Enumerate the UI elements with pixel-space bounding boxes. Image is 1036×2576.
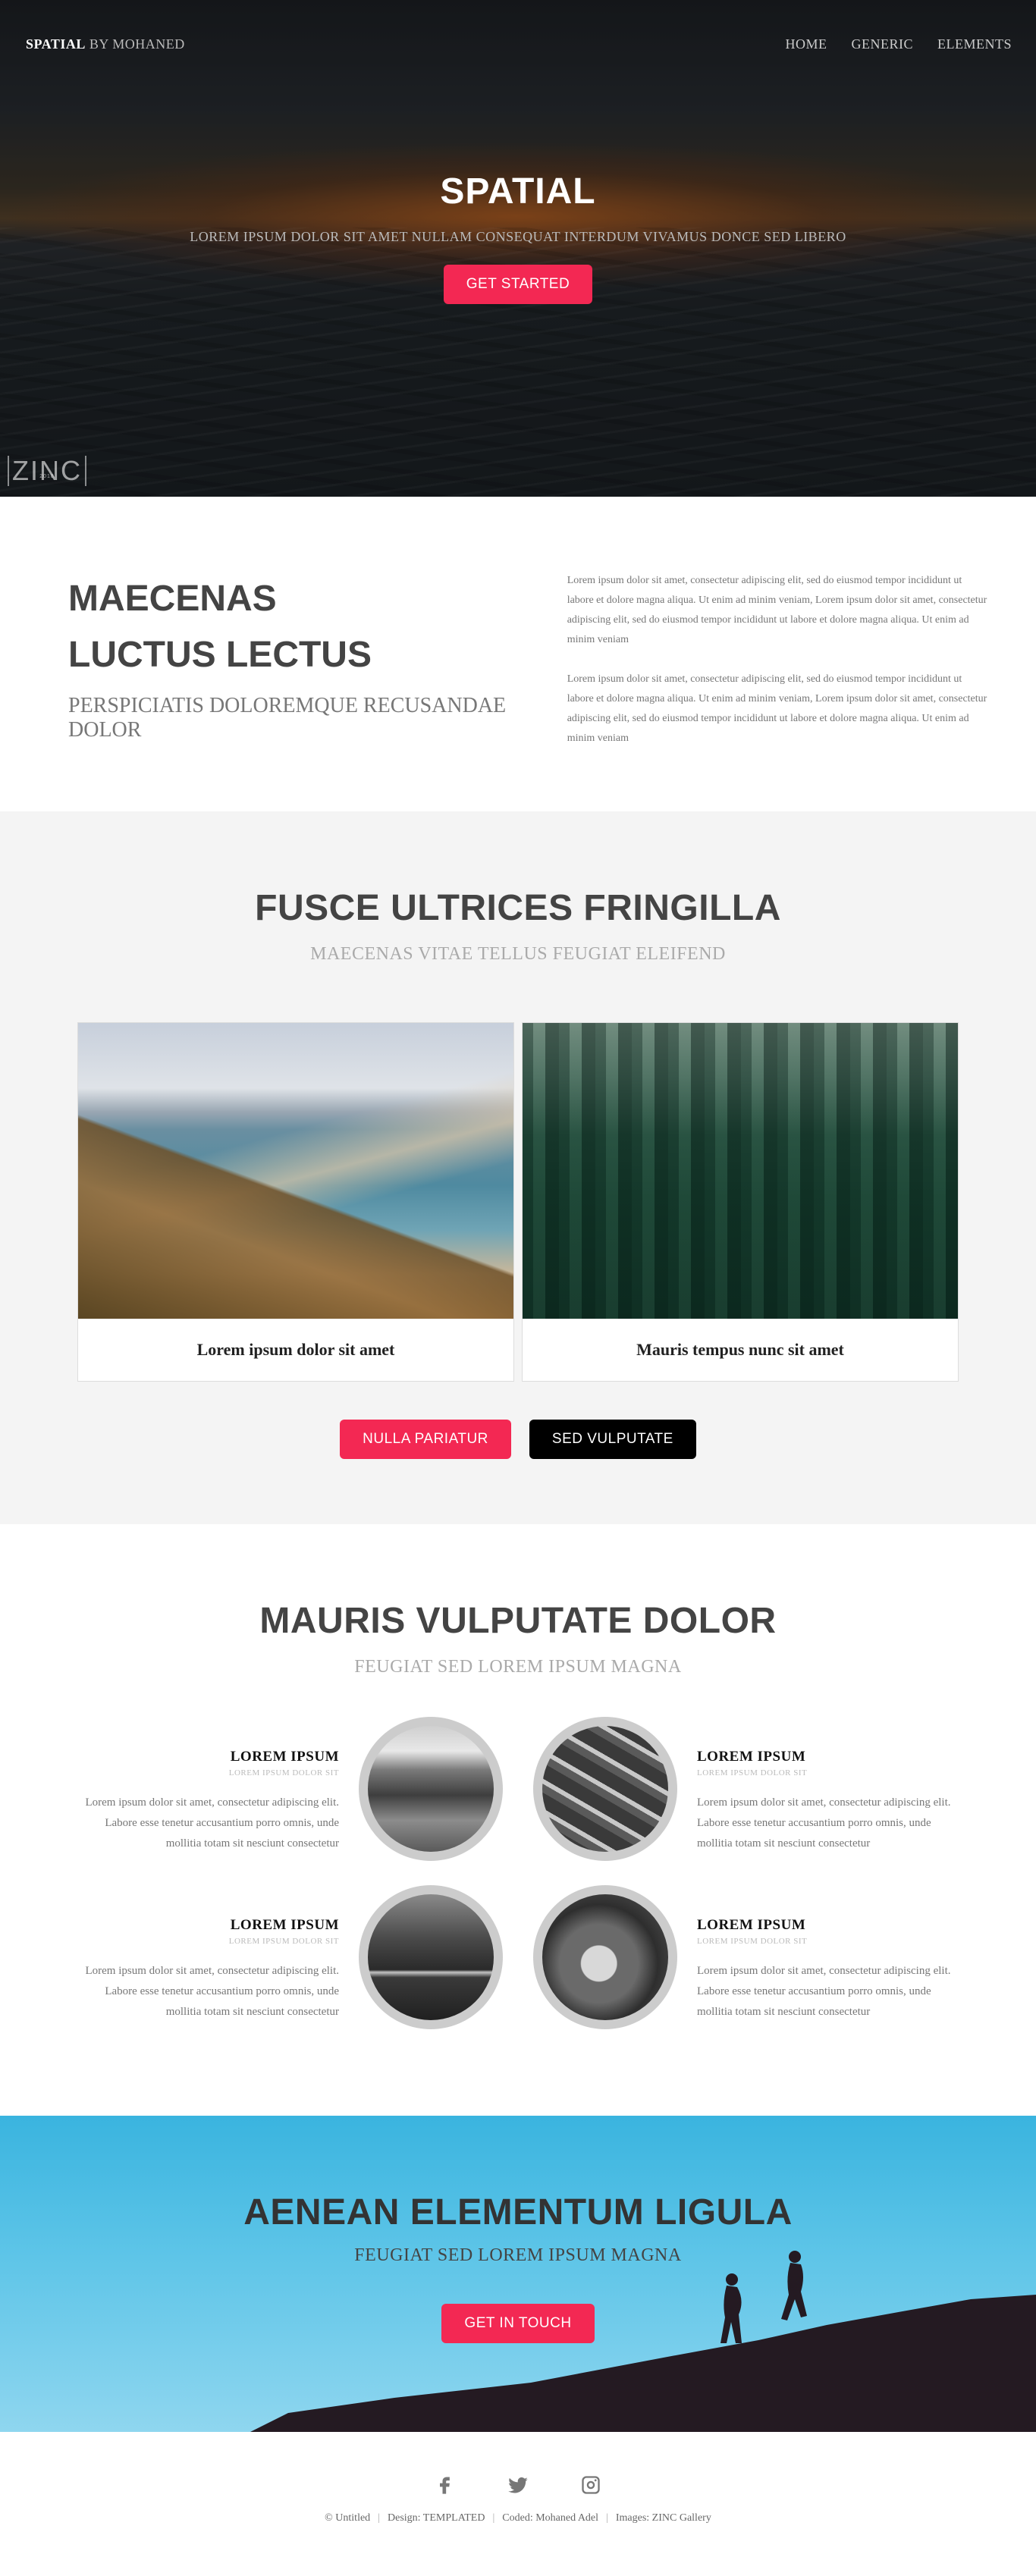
gallery-buttons: NULLA PARIATUR SED VULPUTATE [0,1420,1036,1459]
social-icons [0,2474,1036,2496]
hero: SPATIAL LOREM IPSUM DOLOR SIT AMET NULLA… [0,171,1036,304]
site-logo[interactable]: SPATIAL BY MOHANED [26,36,185,52]
brand-suffix: BY MOHANED [89,36,185,52]
intro-heading-line2: LUCTUS LECTUS [68,635,372,675]
feature-description: Lorem ipsum dolor sit amet, consectetur … [697,1796,951,1850]
beach-image [78,1023,513,1319]
nav-elements[interactable]: ELEMENTS [937,36,1012,52]
intro-paragraph: Lorem ipsum dolor sit amet, consectetur … [567,575,987,645]
footer-credits: © Untitled | Design: TEMPLATED | Coded: Moha… [325,2512,711,2524]
feature-image-road [359,1885,503,2029]
credit-copyright: © Untitled [325,2512,371,2524]
cta-section: AENEAN ELEMENTUM LIGULA FEUGIAT SED LORE… [0,2116,1036,2432]
feature-title: LOREM IPSUM [230,1749,339,1765]
forest-image [523,1023,958,1319]
gallery-card-beach[interactable]: Lorem ipsum dolor sit amet [77,1022,514,1382]
feature-description: Lorem ipsum dolor sit amet, consectetur … [85,1965,339,2018]
feature-meta: LOREM IPSUM DOLOR SIT [228,1768,339,1777]
gallery-card-forest[interactable]: Mauris tempus nunc sit amet [522,1022,959,1382]
credit-coded: Coded: Mohaned Adel [502,2512,599,2524]
credit-images[interactable]: Images: ZINC Gallery [616,2512,711,2524]
feature-meta: LOREM IPSUM DOLOR SIT [697,1937,808,1946]
feature-title: LOREM IPSUM [697,1917,806,1933]
facebook-icon[interactable] [435,2474,456,2496]
feature-title: LOREM IPSUM [230,1917,339,1933]
credit-design[interactable]: Design: TEMPLATED [388,2512,485,2524]
feature-text: LOREM IPSUM LOREM IPSUM DOLOR SIT Lorem … [78,1717,359,1854]
instagram-icon[interactable] [580,2474,601,2496]
hero-title: SPATIAL [440,171,596,212]
feature-item: LOREM IPSUM LOREM IPSUM DOLOR SIT Lorem … [25,1717,503,1861]
intro-heading-block: MAECENAS LUCTUS LECTUS PERSPICIATIS DOLO… [68,571,514,811]
card-caption: Lorem ipsum dolor sit amet [196,1340,395,1359]
intro-subheading: PERSPICIATIS DOLOREMQUE RECUSANDAE DOLOR [68,694,507,742]
intro-section: MAECENAS LUCTUS LECTUS PERSPICIATIS DOLO… [0,497,1036,811]
feature-meta: LOREM IPSUM DOLOR SIT [228,1937,339,1946]
gallery-title: FUSCE ULTRICES FRINGILLA [255,888,781,928]
features-subtitle: FEUGIAT SED LOREM IPSUM MAGNA [354,1657,682,1677]
feature-item: LOREM IPSUM LOREM IPSUM DOLOR SIT Lorem … [533,1885,1011,2029]
intro-text-block: Lorem ipsum dolor sit amet, consectetur … [567,571,990,811]
feature-description: Lorem ipsum dolor sit amet, consectetur … [697,1965,951,2018]
gallery-cards: Lorem ipsum dolor sit amet Mauris tempus… [0,1022,1036,1382]
feature-description: Lorem ipsum dolor sit amet, consectetur … [85,1796,339,1850]
nav-generic[interactable]: GENERIC [852,36,914,52]
twitter-icon[interactable] [507,2474,529,2496]
nulla-pariatur-button[interactable]: NULLA PARIATUR [340,1420,511,1459]
nav-home[interactable]: HOME [786,36,827,52]
feature-image-highway [533,1717,677,1861]
feature-text: LOREM IPSUM LOREM IPSUM DOLOR SIT Lorem … [677,1885,958,2022]
get-started-button[interactable]: GET STARTED [443,265,593,304]
gallery-subtitle: MAECENAS VITAE TELLUS FEUGIAT ELEIFEND [310,944,726,964]
card-caption: Mauris tempus nunc sit amet [636,1340,844,1359]
feature-image-cabin [533,1885,677,2029]
features-grid: LOREM IPSUM LOREM IPSUM DOLOR SIT Lorem … [25,1717,1011,2029]
main-nav: HOME GENERIC ELEMENTS [786,36,1012,52]
zinc-watermark: ZINC 2018 [8,456,86,486]
feature-image-mountain [359,1717,503,1861]
feature-title: LOREM IPSUM [697,1749,806,1765]
intro-heading-line1: MAECENAS [68,579,277,619]
features-section: MAURIS VULPUTATE DOLOR FEUGIAT SED LOREM… [0,1524,1036,2116]
feature-meta: LOREM IPSUM DOLOR SIT [697,1768,808,1777]
feature-text: LOREM IPSUM LOREM IPSUM DOLOR SIT Lorem … [677,1717,958,1854]
cta-title: AENEAN ELEMENTUM LIGULA [243,2192,793,2232]
brand-name: SPATIAL [26,36,86,52]
feature-item: LOREM IPSUM LOREM IPSUM DOLOR SIT Lorem … [25,1885,503,2029]
feature-text: LOREM IPSUM LOREM IPSUM DOLOR SIT Lorem … [78,1885,359,2022]
zinc-watermark-year: 2018 [39,474,55,479]
cta-subtitle: FEUGIAT SED LOREM IPSUM MAGNA [354,2245,682,2265]
features-title: MAURIS VULPUTATE DOLOR [259,1601,777,1641]
header: SPATIAL BY MOHANED HOME GENERIC ELEMENTS [0,0,1036,91]
hero-subtitle: LOREM IPSUM DOLOR SIT AMET NULLAM CONSEQ… [190,229,846,244]
gallery-section: FUSCE ULTRICES FRINGILLA MAECENAS VITAE … [0,811,1036,1524]
banner: SPATIAL BY MOHANED HOME GENERIC ELEMENTS… [0,0,1036,497]
feature-item: LOREM IPSUM LOREM IPSUM DOLOR SIT Lorem … [533,1717,1011,1861]
sed-vulputate-button[interactable]: SED VULPUTATE [529,1420,696,1459]
cta-content: AENEAN ELEMENTUM LIGULA FEUGIAT SED LORE… [0,2116,1036,2343]
get-in-touch-button[interactable]: GET IN TOUCH [441,2304,595,2343]
footer: © Untitled | Design: TEMPLATED | Coded: Moha… [0,2432,1036,2561]
intro-paragraph: Lorem ipsum dolor sit amet, consectetur … [567,673,987,744]
